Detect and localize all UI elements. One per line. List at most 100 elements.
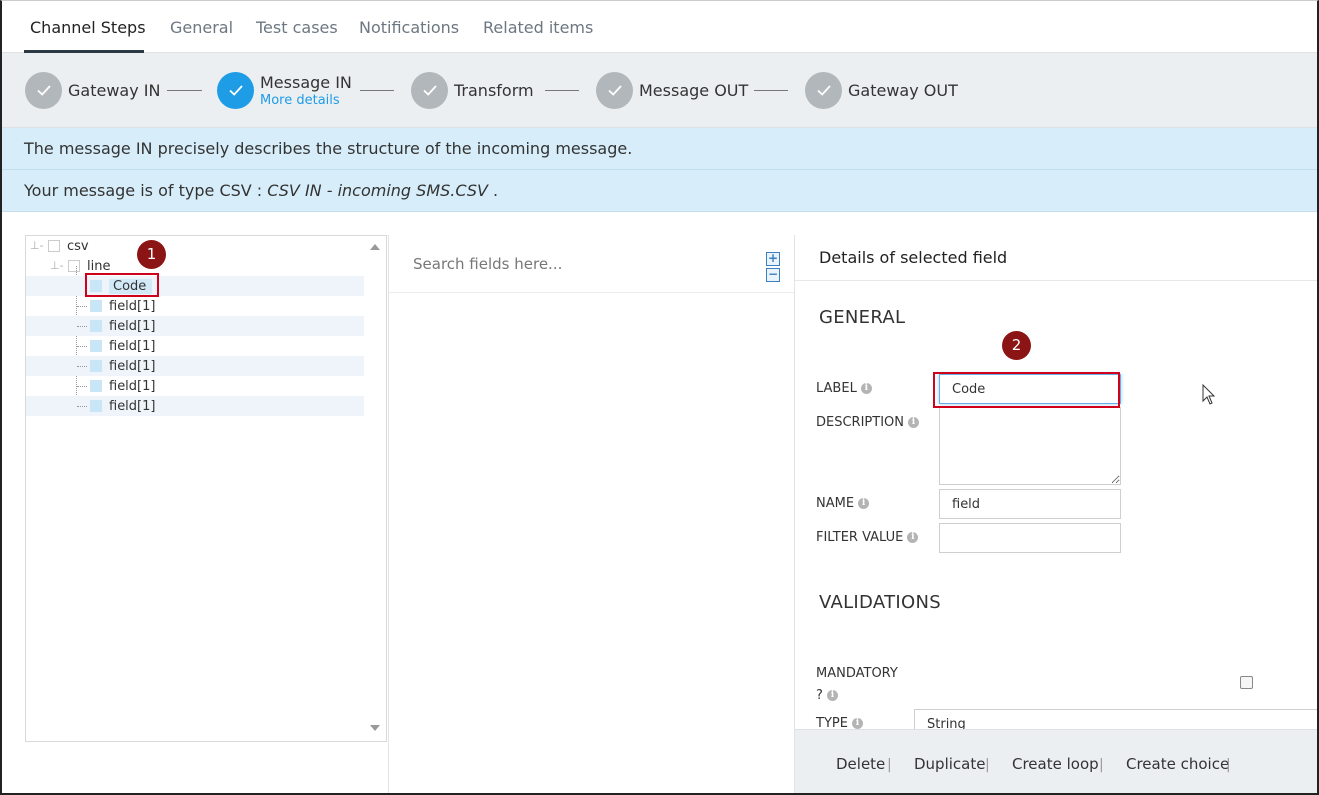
step-label: Transform	[454, 80, 534, 100]
info-type-prefix: Your message is of type CSV :	[24, 181, 268, 200]
info-text: The message IN precisely describes the s…	[24, 139, 633, 158]
info-icon: i	[907, 532, 919, 543]
field-icon	[90, 320, 102, 332]
more-details-link[interactable]: More details	[260, 93, 352, 108]
tree-node-field[interactable]: field[1]	[26, 296, 366, 316]
details-title: Details of selected field	[795, 235, 1317, 281]
tree-node-field[interactable]: field[1]	[26, 316, 366, 336]
tree-node-label: field[1]	[109, 298, 156, 314]
step-marker: 1	[137, 240, 166, 269]
step-label: Message IN	[260, 72, 352, 92]
description-textarea[interactable]	[939, 407, 1121, 485]
step-message-out[interactable]: Message OUT	[596, 71, 748, 109]
tab-bar: Channel Steps General Test cases Notific…	[2, 1, 1317, 53]
tree-node-label: line	[87, 258, 111, 274]
step-label: Gateway OUT	[848, 80, 958, 100]
tab-test-cases[interactable]: Test cases	[256, 18, 338, 37]
tree-scrollbar[interactable]	[364, 236, 386, 741]
step-connector	[167, 90, 202, 91]
label-field-label: LABEL i	[816, 381, 872, 396]
step-gateway-out[interactable]: Gateway OUT	[805, 71, 958, 109]
step-gateway-in[interactable]: Gateway IN	[25, 71, 160, 109]
info-type-name: CSV IN - incoming SMS.CSV	[267, 181, 488, 200]
filter-value-text: FILTER VALUE	[816, 530, 904, 545]
highlight-box	[933, 372, 1120, 408]
name-input[interactable]	[939, 489, 1121, 519]
node-checkbox[interactable]	[68, 260, 80, 272]
info-icon: i	[858, 498, 870, 509]
check-icon	[217, 71, 254, 109]
separator: |	[1099, 757, 1104, 773]
duplicate-button[interactable]: Duplicate	[914, 755, 985, 773]
tree-node-label: field[1]	[109, 318, 156, 334]
mandatory-checkbox[interactable]	[1240, 676, 1253, 689]
description-field-label: DESCRIPTION i	[816, 415, 919, 430]
node-checkbox[interactable]	[48, 240, 60, 252]
check-icon	[411, 71, 448, 109]
validations-section-title: VALIDATIONS	[819, 592, 941, 613]
tree-node-field[interactable]: field[1]	[26, 356, 366, 376]
tree-node-field[interactable]: field[1]	[26, 336, 366, 356]
channel-stepper: Gateway IN Message IN More details Trans…	[2, 53, 1317, 128]
tree-node-field[interactable]: Code	[26, 276, 366, 296]
field-tree-panel: ⊥- csv ⊥- line Code field[1] field[1] fi…	[25, 235, 387, 742]
step-transform[interactable]: Transform	[411, 71, 534, 109]
tree-node-field[interactable]: field[1]	[26, 376, 366, 396]
field-icon	[90, 360, 102, 372]
field-icon	[90, 340, 102, 352]
filter-value-field-label: FILTER VALUE i	[816, 530, 919, 545]
field-actions-bar: Delete | Duplicate | Create loop | Creat…	[795, 729, 1317, 793]
field-icon	[90, 300, 102, 312]
search-panel: + −	[388, 235, 794, 793]
general-section-title: GENERAL	[819, 307, 906, 328]
tree-node-label: field[1]	[109, 378, 156, 394]
tree-node-label: csv	[67, 238, 89, 254]
scroll-down-icon[interactable]	[370, 725, 380, 731]
app-frame: Channel Steps General Test cases Notific…	[0, 0, 1319, 795]
tab-channel-steps[interactable]: Channel Steps	[30, 18, 146, 37]
info-icon: i	[908, 417, 919, 428]
field-details-panel: Details of selected field GENERAL LABEL …	[794, 235, 1317, 793]
search-fields-input[interactable]	[389, 235, 794, 293]
step-label: Gateway IN	[68, 80, 161, 100]
check-icon	[596, 71, 633, 109]
step-connector	[545, 90, 579, 91]
tab-notifications[interactable]: Notifications	[359, 18, 459, 37]
separator: |	[887, 757, 892, 773]
step-marker: 2	[1002, 331, 1031, 360]
tree-node-label: field[1]	[109, 358, 156, 374]
step-connector	[360, 90, 394, 91]
name-text: NAME	[816, 496, 855, 511]
info-icon: i	[860, 383, 872, 394]
mandatory-text: MANDATORY	[816, 666, 898, 681]
mandatory-field-label-2: ? i	[816, 688, 838, 703]
create-choice-button[interactable]: Create choice	[1126, 755, 1229, 773]
step-message-in[interactable]: Message IN More details	[217, 71, 352, 109]
delete-button[interactable]: Delete	[836, 755, 885, 773]
tree-branch-icon: ⊥-	[50, 259, 64, 272]
tab-general[interactable]: General	[170, 18, 233, 37]
tree-node-field[interactable]: field[1]	[26, 396, 366, 416]
create-loop-button[interactable]: Create loop	[1012, 755, 1099, 773]
filter-value-input[interactable]	[939, 523, 1121, 553]
tree-branch-icon: ⊥-	[30, 239, 44, 252]
info-icon: i	[851, 718, 863, 729]
info-message-type: Your message is of type CSV : CSV IN - i…	[2, 170, 1317, 212]
field-icon	[90, 400, 102, 412]
info-type-suffix: .	[487, 181, 499, 200]
collapse-all-icon[interactable]: −	[766, 268, 780, 282]
info-description: The message IN precisely describes the s…	[2, 128, 1317, 170]
mandatory-question: ?	[816, 688, 823, 703]
tab-related-items[interactable]: Related items	[483, 18, 593, 37]
description-text: DESCRIPTION	[816, 415, 904, 430]
scroll-up-icon[interactable]	[370, 244, 380, 250]
tree-node-csv[interactable]: ⊥- csv	[26, 236, 366, 256]
expand-all-icon[interactable]: +	[766, 252, 780, 266]
label-text: LABEL	[816, 381, 857, 396]
tree-node-label: field[1]	[109, 398, 156, 414]
check-icon	[25, 71, 62, 109]
step-label: Message OUT	[639, 80, 749, 100]
tree-node-line[interactable]: ⊥- line	[26, 256, 366, 276]
field-icon	[90, 380, 102, 392]
separator: |	[1226, 757, 1231, 773]
